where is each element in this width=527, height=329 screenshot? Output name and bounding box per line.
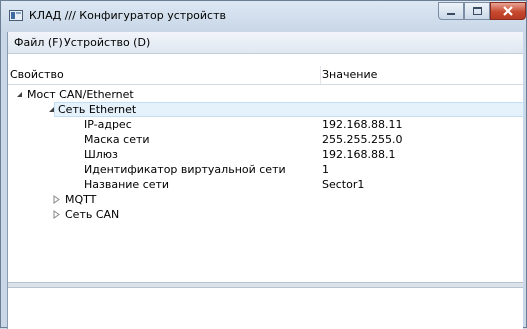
tree-row-selected[interactable]: Сеть Ethernet <box>8 102 524 117</box>
collapsed-arrow-icon[interactable] <box>52 195 61 204</box>
tree-row-name: Шлюз <box>84 148 118 161</box>
main-area: Файл (F) Устройство (D) Свойство Значени… <box>7 32 524 329</box>
tree-row[interactable]: Шлюз 192.168.88.1 <box>8 147 523 162</box>
expanded-arrow-icon[interactable] <box>15 90 24 99</box>
tree-row-value[interactable]: 1 <box>322 163 329 176</box>
tree-row[interactable]: Маска сети 255.255.255.0 <box>8 132 523 147</box>
tree-row-name: Маска сети <box>84 133 150 146</box>
splitter[interactable] <box>8 282 523 288</box>
column-header-property[interactable]: Свойство <box>10 68 64 81</box>
tree-row[interactable]: IP-адрес 192.168.88.11 <box>8 117 523 132</box>
minimize-icon <box>447 13 455 15</box>
close-icon <box>503 6 513 16</box>
column-header-value[interactable]: Значение <box>322 68 377 81</box>
tree-row[interactable]: Название сети Sector1 <box>8 177 523 192</box>
tree-row-name: MQTT <box>65 193 97 206</box>
tree-row-name: Название сети <box>84 178 170 191</box>
tree-row[interactable]: Сеть CAN <box>8 207 523 222</box>
tree-row-name: Сеть CAN <box>65 208 120 221</box>
collapsed-arrow-icon[interactable] <box>52 210 61 219</box>
tree-row-value[interactable]: 192.168.88.11 <box>322 118 402 131</box>
tree-row-value[interactable]: Sector1 <box>322 178 364 191</box>
tree-row[interactable]: Идентификатор виртуальной сети 1 <box>8 162 523 177</box>
menu-device[interactable]: Устройство (D) <box>64 36 150 49</box>
expanded-arrow-icon[interactable] <box>47 105 56 114</box>
column-separator[interactable] <box>320 66 321 84</box>
menu-file[interactable]: Файл (F) <box>14 36 63 49</box>
tree-row-name: Мост CAN/Ethernet <box>27 88 134 101</box>
menu-bar: Файл (F) Устройство (D) <box>8 32 523 54</box>
close-button[interactable] <box>490 2 526 20</box>
tree-row-name: Идентификатор виртуальной сети <box>84 163 286 176</box>
tree-header: Свойство Значение <box>8 66 523 85</box>
window-title: КЛАД /// Конфигуратор устройств <box>29 9 226 22</box>
tree-row[interactable]: Мост CAN/Ethernet <box>8 87 523 102</box>
app-window: КЛАД /// Конфигуратор устройств Файл (F)… <box>0 0 527 329</box>
minimize-button[interactable] <box>438 2 464 20</box>
tree-row-value[interactable]: 192.168.88.1 <box>322 148 395 161</box>
app-icon <box>9 10 23 21</box>
tree-row[interactable]: MQTT <box>8 192 523 207</box>
maximize-button[interactable] <box>464 2 490 20</box>
maximize-icon <box>473 7 482 15</box>
title-bar[interactable]: КЛАД /// Конфигуратор устройств <box>1 1 527 31</box>
tree-row-value[interactable]: 255.255.255.0 <box>322 133 402 146</box>
tree-row-name: IP-адрес <box>84 118 132 131</box>
tree-row-name: Сеть Ethernet <box>58 103 137 116</box>
